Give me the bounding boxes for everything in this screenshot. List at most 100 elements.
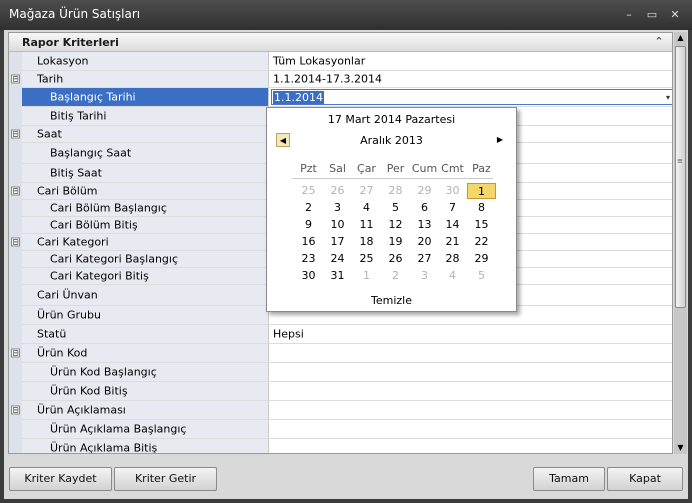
maximize-icon[interactable]: ▭ (643, 6, 661, 24)
calendar-today-label[interactable]: 17 Mart 2014 Pazartesi (267, 113, 516, 126)
calendar-day[interactable]: 23 (294, 251, 323, 267)
next-month-icon[interactable]: ▶ (493, 133, 507, 147)
grid-row-name-cell[interactable]: Ürün Grubu (22, 306, 269, 324)
calendar-day[interactable]: 9 (294, 217, 323, 233)
calendar-month-label[interactable]: Aralık 2013 (267, 134, 516, 147)
vertical-scrollbar[interactable]: ▲ ≡ ▼ (674, 32, 687, 454)
close-button[interactable]: Kapat (607, 467, 683, 491)
calendar-day[interactable]: 19 (381, 234, 410, 250)
dropdown-arrow-icon[interactable]: ▾ (666, 90, 670, 106)
calendar-day[interactable]: 5 (467, 268, 496, 284)
grid-row[interactable]: Ürün Açıklama Bitiş (22, 439, 672, 453)
calendar-day[interactable]: 15 (467, 217, 496, 233)
grid-row[interactable]: ⊟ Ürün Açıklaması (11, 401, 672, 420)
grid-row-name-cell[interactable]: Cari Bölüm Başlangıç (22, 200, 269, 216)
calendar-day[interactable]: 2 (381, 268, 410, 284)
calendar-day[interactable]: 22 (467, 234, 496, 250)
expander-icon[interactable]: ⊟ (11, 186, 20, 196)
calendar-day[interactable]: 16 (294, 234, 323, 250)
minimize-icon[interactable]: – (620, 6, 638, 24)
calendar-day[interactable]: 17 (323, 234, 352, 250)
grid-row-name-cell[interactable]: Cari Bölüm Bitiş (22, 217, 269, 233)
start-date-value[interactable]: 1.1.2014 (273, 91, 324, 104)
grid-row-name-cell[interactable]: Ürün Açıklama Bitiş (22, 439, 269, 453)
grid-row[interactable]: Lokasyon Tüm Lokasyonlar (22, 52, 672, 71)
grid-row-name-cell[interactable]: Ürün Açıklama Başlangıç (22, 420, 269, 438)
clear-date-button[interactable]: Temizle (267, 294, 516, 307)
calendar-day[interactable]: 10 (323, 217, 352, 233)
calendar-day[interactable]: 3 (410, 268, 439, 284)
calendar-day[interactable]: 1 (467, 183, 496, 199)
grid-row-value-cell[interactable] (270, 420, 672, 438)
expander-icon[interactable]: ⊟ (11, 237, 20, 247)
calendar-day[interactable]: 29 (410, 183, 439, 199)
grid-row-name-cell[interactable]: ⊟ Cari Bölüm (11, 183, 269, 199)
calendar-day[interactable]: 29 (467, 251, 496, 267)
expander-icon[interactable]: ⊟ (11, 405, 20, 415)
ok-button[interactable]: Tamam (533, 467, 605, 491)
start-date-editor[interactable]: 1.1.2014 ▾ (271, 89, 672, 106)
calendar-day[interactable]: 20 (410, 234, 439, 250)
expander-icon[interactable]: ⊟ (11, 129, 20, 139)
calendar-day[interactable]: 2 (294, 200, 323, 216)
calendar-day[interactable]: 25 (352, 251, 381, 267)
calendar-day[interactable]: 26 (323, 183, 352, 199)
scroll-down-icon[interactable]: ▼ (674, 442, 687, 454)
calendar-day[interactable]: 30 (438, 183, 467, 199)
close-icon[interactable]: ✕ (666, 6, 684, 24)
calendar-day[interactable]: 18 (352, 234, 381, 250)
collapse-icon[interactable]: ⌃ (652, 34, 666, 50)
calendar-day[interactable]: 8 (467, 200, 496, 216)
grid-row-value-cell[interactable]: 1.1.2014-17.3.2014 (270, 71, 672, 87)
grid-row-value-cell[interactable]: Tüm Lokasyonlar (270, 52, 672, 70)
calendar-day[interactable]: 6 (410, 200, 439, 216)
calendar-day[interactable]: 24 (323, 251, 352, 267)
grid-row-value-cell[interactable] (270, 363, 672, 381)
grid-row-name-cell[interactable]: Cari Kategori Bitiş (22, 268, 269, 284)
calendar-day[interactable]: 28 (438, 251, 467, 267)
grid-row-value-cell[interactable] (270, 401, 672, 419)
grid-row-name-cell[interactable]: Statü (22, 325, 269, 343)
calendar-day[interactable]: 13 (410, 217, 439, 233)
calendar-day[interactable]: 12 (381, 217, 410, 233)
calendar-day[interactable]: 14 (438, 217, 467, 233)
calendar-day[interactable]: 4 (438, 268, 467, 284)
grid-row-name-cell[interactable]: ⊟ Saat (11, 126, 269, 142)
grid-row-name-cell[interactable]: ⊟ Tarih (11, 71, 269, 87)
scroll-thumb[interactable] (675, 46, 686, 308)
grid-row-name-cell[interactable]: Lokasyon (22, 52, 269, 70)
grid-row-name-cell[interactable]: Cari Kategori Başlangıç (22, 251, 269, 267)
calendar-day[interactable]: 26 (381, 251, 410, 267)
calendar-day[interactable]: 21 (438, 234, 467, 250)
grid-row[interactable]: Ürün Açıklama Başlangıç (22, 420, 672, 439)
expander-icon[interactable]: ⊟ (11, 74, 20, 84)
grid-row-name-cell[interactable]: Ürün Kod Başlangıç (22, 363, 269, 381)
calendar-day[interactable]: 28 (381, 183, 410, 199)
calendar-day[interactable]: 27 (352, 183, 381, 199)
calendar-day[interactable]: 3 (323, 200, 352, 216)
scroll-up-icon[interactable]: ▲ (674, 32, 687, 44)
grid-row-name-cell[interactable]: Cari Ünvan (22, 285, 269, 305)
calendar-day[interactable]: 27 (410, 251, 439, 267)
grid-row-name-cell[interactable]: Ürün Kod Bitiş (22, 382, 269, 400)
grid-row-value-cell[interactable] (270, 439, 672, 453)
calendar-day[interactable]: 31 (323, 268, 352, 284)
grid-row-name-cell[interactable]: Bitiş Tarihi (22, 107, 269, 125)
calendar-day[interactable]: 5 (381, 200, 410, 216)
calendar-day[interactable]: 7 (438, 200, 467, 216)
grid-row[interactable]: Ürün Kod Bitiş (22, 382, 672, 401)
grid-row[interactable]: Statü Hepsi (22, 325, 672, 344)
calendar-day[interactable]: 25 (294, 183, 323, 199)
grid-row-name-cell[interactable]: ⊟ Ürün Kod (11, 344, 269, 362)
grid-row-name-cell[interactable]: ⊟ Cari Kategori (11, 234, 269, 250)
load-criteria-button[interactable]: Kriter Getir (114, 467, 217, 491)
grid-row-name-cell[interactable]: Bitiş Saat (22, 164, 269, 182)
grid-row[interactable]: Başlangıç Tarihi 1.1.2014 ▾ (22, 88, 672, 107)
category-header[interactable]: Rapor Kriterleri ⌃ (9, 33, 672, 52)
calendar-day[interactable]: 4 (352, 200, 381, 216)
grid-row-name-cell[interactable]: Başlangıç Saat (22, 143, 269, 163)
save-criteria-button[interactable]: Kriter Kaydet (9, 467, 112, 491)
calendar-day[interactable]: 30 (294, 268, 323, 284)
expander-icon[interactable]: ⊟ (11, 348, 20, 358)
grid-row[interactable]: ⊟ Tarih 1.1.2014-17.3.2014 (11, 71, 672, 88)
